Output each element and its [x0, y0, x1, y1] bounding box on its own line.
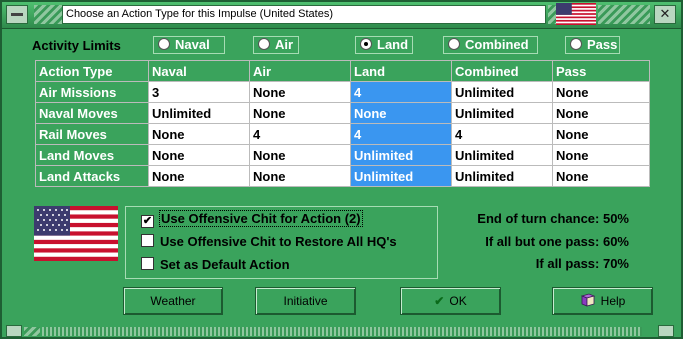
system-menu-button[interactable] — [6, 5, 28, 24]
set-default-action-checkbox[interactable]: Set as Default Action — [141, 257, 290, 273]
table-cell: None — [249, 165, 351, 187]
table-cell: Unlimited — [350, 165, 452, 187]
radio-label: Pass — [587, 37, 618, 52]
activity-limits-label: Activity Limits — [32, 38, 121, 53]
table-header-row: Action Type Naval Air Land Combined Pass — [35, 60, 650, 82]
radio-label: Combined — [465, 37, 529, 52]
radio-indicator — [360, 38, 372, 50]
row-header: Land Moves — [35, 144, 149, 166]
ok-button[interactable]: ✔ OK — [400, 287, 501, 315]
help-button[interactable]: Help — [552, 287, 653, 315]
help-label: Help — [600, 294, 626, 308]
minus-icon — [11, 13, 23, 16]
radio-land[interactable]: Land — [355, 36, 413, 54]
table-cell: None — [552, 144, 650, 166]
table-cell: 4 — [249, 123, 351, 145]
table-cell: Unlimited — [350, 144, 452, 166]
radio-indicator — [448, 38, 460, 50]
close-button[interactable]: ✕ — [654, 5, 676, 24]
table-cell: None — [148, 123, 250, 145]
table-cell: None — [552, 123, 650, 145]
table-cell: 3 — [148, 81, 250, 103]
title-bar-grip — [34, 5, 62, 24]
ok-label: OK — [449, 294, 467, 308]
table-row: Naval Moves Unlimited None None Unlimite… — [35, 102, 650, 124]
table-cell: None — [552, 165, 650, 187]
table-cell: None — [148, 165, 250, 187]
resize-handle[interactable] — [6, 325, 22, 337]
us-flag-icon — [556, 3, 596, 25]
radio-indicator — [158, 38, 170, 50]
column-header: Pass — [552, 60, 650, 82]
table-row: Air Missions 3 None 4 Unlimited None — [35, 81, 650, 103]
checkmark-icon: ✔ — [434, 294, 445, 308]
table-cell: Unlimited — [451, 144, 553, 166]
checkbox-label: Use Offensive Chit for Action (2) — [159, 210, 363, 227]
table-cell: Unlimited — [451, 165, 553, 187]
use-chit-action-checkbox[interactable]: ✔ Use Offensive Chit for Action (2) — [141, 210, 363, 228]
resize-handle[interactable] — [658, 325, 674, 337]
radio-indicator — [570, 38, 582, 50]
table-cell: Unlimited — [451, 102, 553, 124]
title-bar-grip — [598, 5, 650, 24]
radio-combined[interactable]: Combined — [443, 36, 538, 54]
us-flag-icon — [34, 206, 118, 261]
table-cell: None — [552, 81, 650, 103]
checkbox-box — [141, 234, 154, 247]
status-bar — [2, 325, 681, 337]
table-cell: None — [249, 102, 351, 124]
checkbox-label: Use Offensive Chit to Restore All HQ's — [160, 234, 397, 249]
table-cell: None — [350, 102, 452, 124]
column-header: Combined — [451, 60, 553, 82]
table-row: Land Moves None None Unlimited Unlimited… — [35, 144, 650, 166]
checkbox-box: ✔ — [141, 215, 154, 228]
radio-pass[interactable]: Pass — [565, 36, 620, 54]
column-header: Action Type — [35, 60, 149, 82]
table-cell: Unlimited — [451, 81, 553, 103]
title-bar-grip — [548, 5, 556, 24]
row-header: Air Missions — [35, 81, 149, 103]
table-cell: 4 — [350, 123, 452, 145]
window-title: Choose an Action Type for this Impulse (… — [62, 5, 546, 24]
dialog-window: Choose an Action Type for this Impulse (… — [0, 0, 683, 339]
column-header: Naval — [148, 60, 250, 82]
table-cell: None — [148, 144, 250, 166]
row-header: Rail Moves — [35, 123, 149, 145]
radio-label: Naval — [175, 37, 210, 52]
all-pass-chance: If all pass: 70% — [535, 256, 629, 271]
table-row: Rail Moves None 4 4 4 None — [35, 123, 650, 145]
table-cell: None — [552, 102, 650, 124]
weather-button[interactable]: Weather — [123, 287, 223, 315]
status-bar-grip — [24, 327, 40, 336]
column-header: Land — [350, 60, 452, 82]
table-row: Land Attacks None None Unlimited Unlimit… — [35, 165, 650, 187]
table-cell: None — [249, 144, 351, 166]
end-of-turn-chance: End of turn chance: 50% — [477, 211, 629, 226]
row-header: Land Attacks — [35, 165, 149, 187]
table-cell: Unlimited — [148, 102, 250, 124]
options-group: ✔ Use Offensive Chit for Action (2) Use O… — [125, 206, 438, 279]
radio-indicator — [258, 38, 270, 50]
status-bar-grip — [42, 327, 642, 336]
column-header: Air — [249, 60, 351, 82]
table-cell: 4 — [451, 123, 553, 145]
title-bar: Choose an Action Type for this Impulse (… — [2, 2, 681, 29]
table-cell: None — [249, 81, 351, 103]
radio-naval[interactable]: Naval — [153, 36, 225, 54]
radio-label: Land — [377, 37, 409, 52]
checkbox-label: Set as Default Action — [160, 257, 290, 272]
radio-air[interactable]: Air — [253, 36, 299, 54]
checkbox-box — [141, 257, 154, 270]
action-limits-table: Action Type Naval Air Land Combined Pass… — [35, 60, 650, 187]
table-cell: 4 — [350, 81, 452, 103]
radio-label: Air — [275, 37, 294, 52]
book-icon — [580, 288, 596, 314]
initiative-button[interactable]: Initiative — [255, 287, 356, 315]
all-but-one-pass-chance: If all but one pass: 60% — [485, 234, 629, 249]
use-chit-restore-checkbox[interactable]: Use Offensive Chit to Restore All HQ's — [141, 234, 397, 250]
row-header: Naval Moves — [35, 102, 149, 124]
